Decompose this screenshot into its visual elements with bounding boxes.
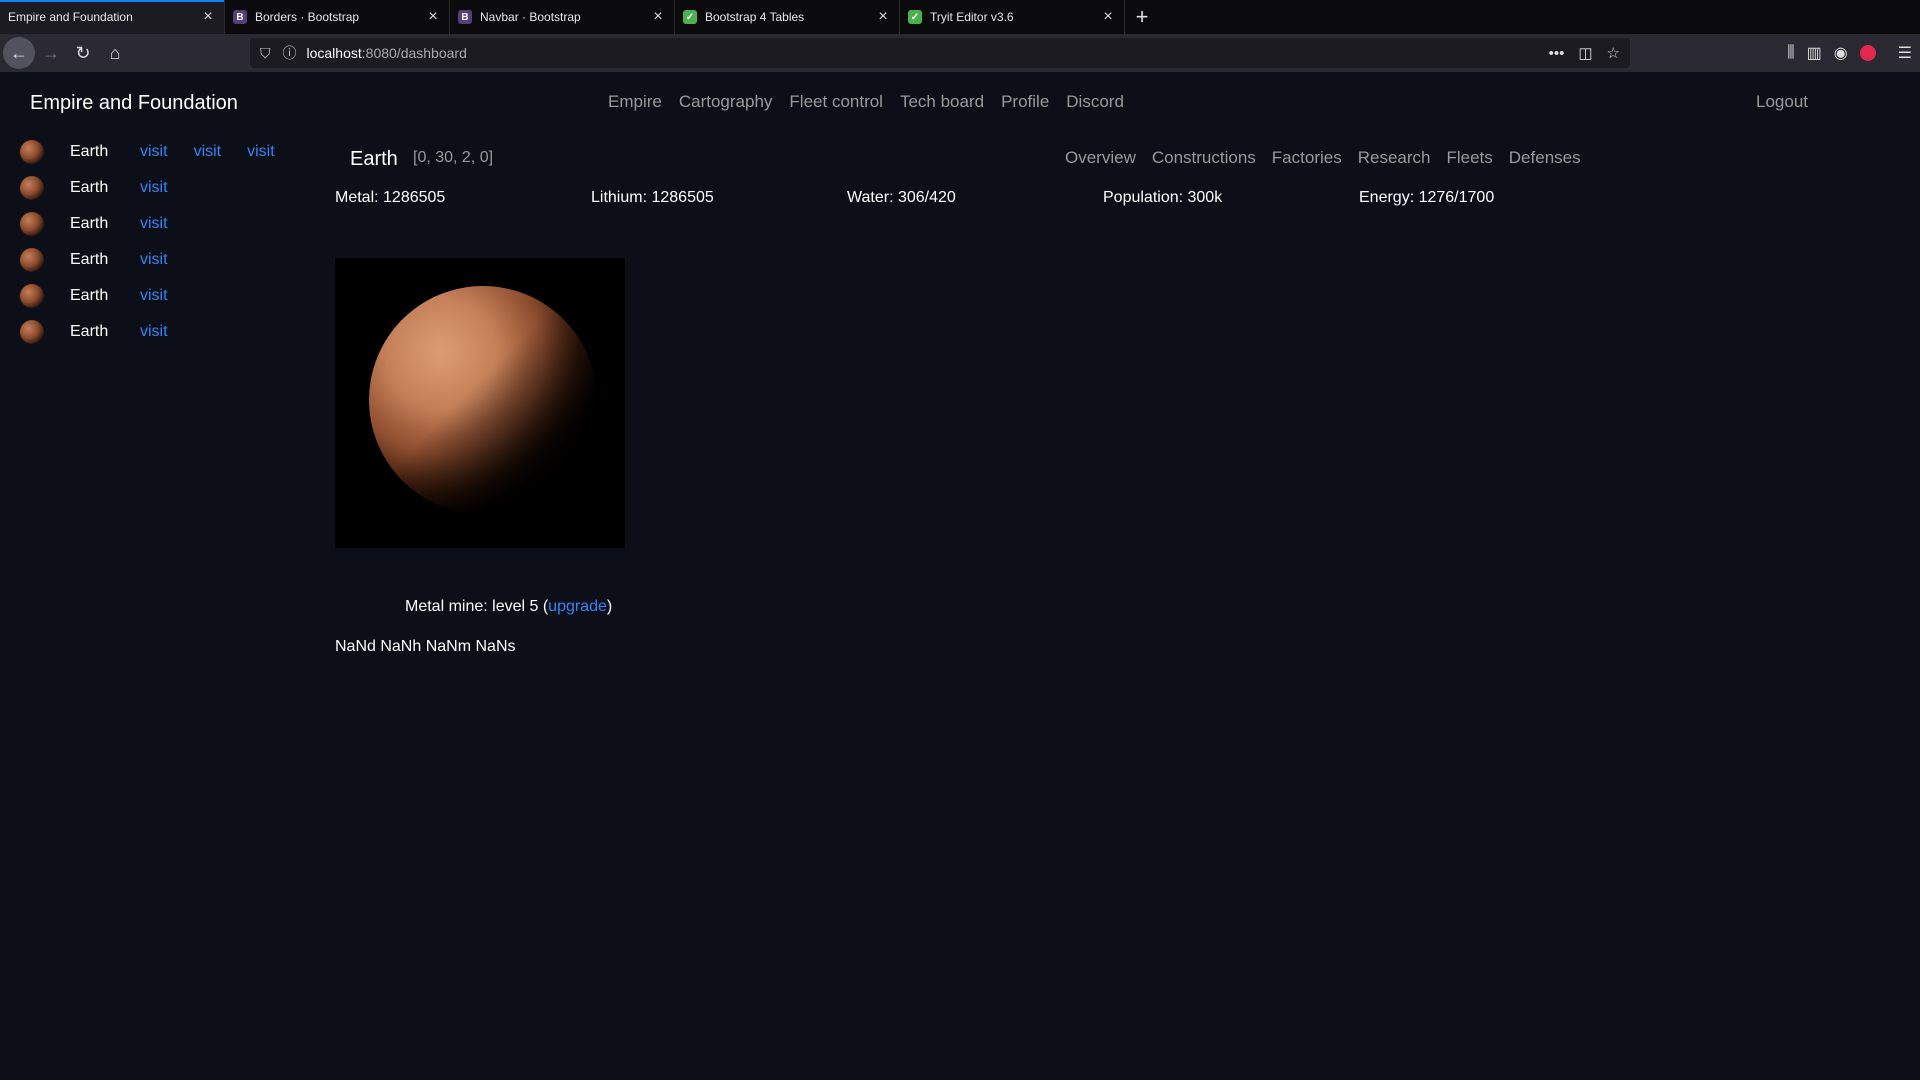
- mine-level-text: Metal mine: level 5 (: [405, 598, 549, 615]
- visit-link[interactable]: visit: [140, 251, 168, 269]
- metal-resource: Metal: 1286505: [335, 189, 446, 206]
- nav-discord[interactable]: Discord: [1066, 92, 1124, 112]
- more-icon[interactable]: •••: [1549, 45, 1565, 62]
- app-brand[interactable]: Empire and Foundation: [30, 92, 238, 115]
- close-icon[interactable]: ×: [200, 8, 216, 26]
- subnav-overview[interactable]: Overview: [1065, 148, 1136, 168]
- shield-icon[interactable]: ⛉: [260, 45, 271, 62]
- close-icon[interactable]: ×: [425, 8, 441, 26]
- visit-link[interactable]: visit: [140, 179, 168, 197]
- planet-list: Earth visit visit visit Earth visit Eart…: [20, 134, 301, 350]
- planet-thumbnail: [20, 284, 44, 308]
- visit-link[interactable]: visit: [140, 323, 168, 341]
- planet-image: [335, 258, 625, 548]
- subnav-fleets[interactable]: Fleets: [1446, 148, 1492, 168]
- library-icon[interactable]: ⫼: [1787, 44, 1794, 62]
- visit-link[interactable]: visit: [140, 287, 168, 305]
- back-arrow-icon[interactable]: ←: [3, 37, 35, 69]
- subnav-defenses[interactable]: Defenses: [1509, 148, 1581, 168]
- planet-name: Earth: [70, 323, 109, 340]
- nav-cartography[interactable]: Cartography: [679, 92, 773, 112]
- bookmark-star-icon[interactable]: ☆: [1607, 44, 1620, 62]
- subnav-research[interactable]: Research: [1358, 148, 1431, 168]
- forward-arrow-icon[interactable]: →: [35, 37, 67, 69]
- account-icon[interactable]: ◉: [1834, 43, 1848, 63]
- url-bar[interactable]: ⛉ ⓘ localhost:8080/dashboard ••• ◫ ☆: [250, 38, 1630, 68]
- url-host: localhost: [306, 45, 362, 61]
- info-icon[interactable]: ⓘ: [283, 43, 297, 63]
- metal-mine-status: Metal mine: level 5 (upgrade): [405, 598, 612, 616]
- browser-tab[interactable]: ✓ Bootstrap 4 Tables ×: [675, 0, 900, 34]
- close-icon[interactable]: ×: [650, 8, 666, 26]
- planet-subnav: Overview Constructions Factories Researc…: [1065, 148, 1581, 168]
- list-item: Earth visit: [20, 242, 301, 278]
- browser-tab[interactable]: Empire and Foundation ×: [0, 0, 225, 34]
- extension-icon[interactable]: [1859, 45, 1876, 61]
- planet-coordinates: [0, 30, 2, 0]: [413, 149, 494, 166]
- close-icon[interactable]: ×: [1100, 8, 1116, 26]
- list-item: Earth visit: [20, 314, 301, 350]
- visit-link[interactable]: visit: [140, 143, 168, 161]
- planet-thumbnail: [20, 176, 44, 200]
- browser-tab[interactable]: B Borders · Bootstrap ×: [225, 0, 450, 34]
- planet-thumbnail: [20, 212, 44, 236]
- browser-tab-bar: Empire and Foundation × B Borders · Boot…: [0, 0, 1920, 34]
- planet-thumbnail: [20, 140, 44, 164]
- planet-title: Earth: [350, 148, 398, 170]
- new-tab-icon[interactable]: +: [1125, 0, 1159, 34]
- planet-name: Earth: [70, 251, 109, 268]
- lithium-resource: Lithium: 1286505: [591, 189, 714, 206]
- browser-tab[interactable]: ✓ Tryit Editor v3.6 ×: [900, 0, 1125, 34]
- home-icon[interactable]: ⌂: [99, 37, 131, 69]
- planet-sphere: [369, 286, 597, 514]
- visit-link[interactable]: visit: [247, 143, 275, 161]
- nav-empire[interactable]: Empire: [608, 92, 662, 112]
- tab-title: Bootstrap 4 Tables: [705, 10, 805, 24]
- upgrade-link[interactable]: upgrade: [548, 598, 607, 615]
- list-item: Earth visit: [20, 170, 301, 206]
- subnav-factories[interactable]: Factories: [1272, 148, 1342, 168]
- bootstrap-icon: B: [233, 10, 247, 24]
- planet-thumbnail: [20, 248, 44, 272]
- list-item: Earth visit: [20, 278, 301, 314]
- tab-title: Tryit Editor v3.6: [930, 10, 1014, 24]
- population-resource: Population: 300k: [1103, 189, 1223, 206]
- tab-title: Empire and Foundation: [8, 10, 133, 24]
- planet-thumbnail: [20, 320, 44, 344]
- list-item: Earth visit visit visit: [20, 134, 301, 170]
- nav-tech-board[interactable]: Tech board: [900, 92, 984, 112]
- pocket-icon[interactable]: ◫: [1578, 44, 1592, 62]
- energy-resource: Energy: 1276/1700: [1359, 189, 1495, 206]
- logout-link[interactable]: Logout: [1756, 92, 1808, 112]
- tab-title: Navbar · Bootstrap: [480, 10, 581, 24]
- visit-link[interactable]: visit: [140, 215, 168, 233]
- water-resource: Water: 306/420: [847, 189, 956, 206]
- subnav-constructions[interactable]: Constructions: [1152, 148, 1256, 168]
- w3schools-icon: ✓: [683, 10, 697, 24]
- browser-tab[interactable]: B Navbar · Bootstrap ×: [450, 0, 675, 34]
- countdown-timer: NaNd NaNh NaNm NaNs: [335, 638, 516, 655]
- planet-name: Earth: [70, 179, 109, 196]
- bootstrap-icon: B: [458, 10, 472, 24]
- planet-name: Earth: [70, 143, 109, 160]
- close-icon[interactable]: ×: [875, 8, 891, 26]
- reload-icon[interactable]: ↻: [67, 37, 99, 69]
- planet-name: Earth: [70, 215, 109, 232]
- tab-title: Borders · Bootstrap: [255, 10, 360, 24]
- nav-fleet-control[interactable]: Fleet control: [789, 92, 883, 112]
- sidebar-icon[interactable]: ▥: [1807, 43, 1822, 63]
- nav-profile[interactable]: Profile: [1001, 92, 1049, 112]
- w3schools-icon: ✓: [908, 10, 922, 24]
- url-path: :8080/dashboard: [361, 45, 467, 61]
- browser-toolbar: ← → ↻ ⌂ ⛉ ⓘ localhost:8080/dashboard •••…: [0, 34, 1920, 72]
- mine-suffix: ): [606, 598, 613, 615]
- menu-icon[interactable]: ☰: [1898, 43, 1912, 63]
- main-nav: Empire Cartography Fleet control Tech bo…: [608, 92, 1124, 112]
- list-item: Earth visit: [20, 206, 301, 242]
- planet-name: Earth: [70, 287, 109, 304]
- visit-link[interactable]: visit: [194, 143, 222, 161]
